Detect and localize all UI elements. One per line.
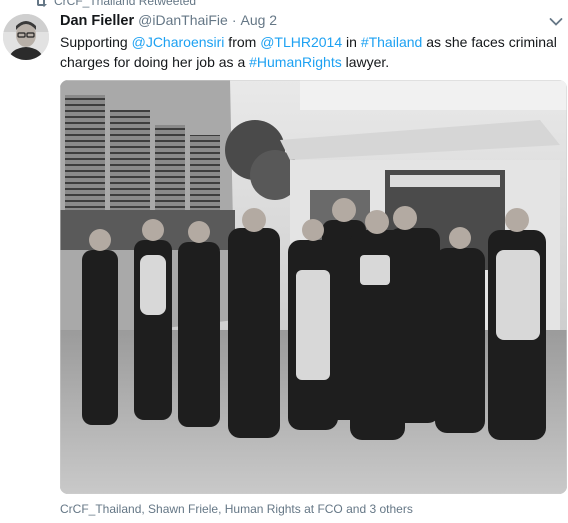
hashtag-humanrights[interactable]: #HumanRights: [249, 54, 342, 70]
retweet-context-label: CrCF_Thailand Retweeted: [54, 0, 197, 8]
text-segment: lawyer.: [341, 53, 390, 70]
avatar-photo: [3, 14, 49, 60]
retweet-icon: [37, 0, 47, 7]
author-handle[interactable]: @iDanThaiFie: [138, 12, 228, 28]
tweet-photo[interactable]: [60, 80, 567, 494]
retweet-context[interactable]: CrCF_Thailand Retweeted: [34, 0, 196, 8]
group-photo: [60, 80, 567, 494]
tweet-date[interactable]: Aug 2: [241, 12, 278, 28]
header-separator: ·: [231, 12, 237, 28]
chevron-down-icon[interactable]: [549, 17, 563, 27]
mention-tlhr2014[interactable]: @TLHR2014: [260, 34, 342, 50]
text-segment: from: [224, 34, 261, 50]
tweet-header: Dan Fieller @iDanThaiFie · Aug 2: [60, 12, 277, 32]
photo-tags[interactable]: CrCF_Thailand, Shawn Friele, Human Right…: [60, 502, 413, 516]
text-segment: Supporting: [60, 34, 132, 50]
hashtag-thailand[interactable]: #Thailand: [361, 34, 423, 50]
mention-jcharoensiri[interactable]: @JCharoensiri: [132, 34, 225, 50]
author-name[interactable]: Dan Fieller: [60, 13, 134, 29]
tweet-text: Supporting @JCharoensiri from @TLHR2014 …: [60, 33, 560, 72]
avatar[interactable]: [3, 14, 49, 60]
text-segment: in: [342, 34, 361, 50]
